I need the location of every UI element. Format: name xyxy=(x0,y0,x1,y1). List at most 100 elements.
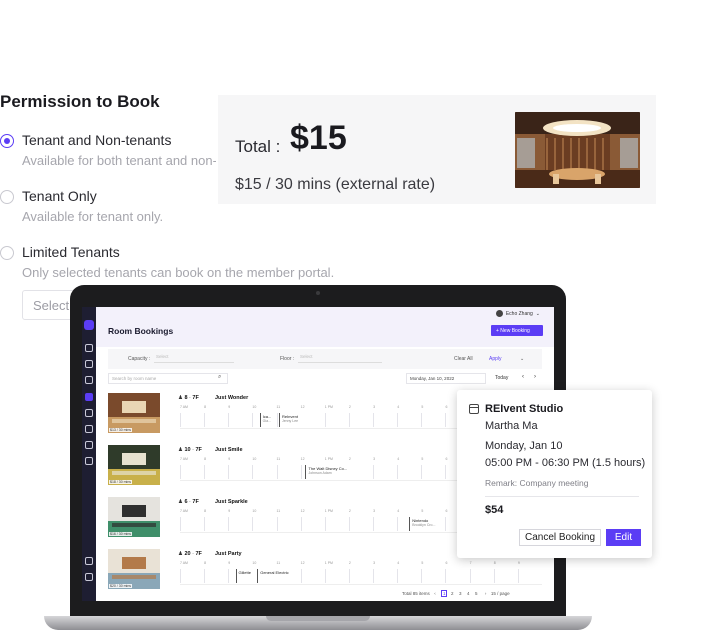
edit-button[interactable]: Edit xyxy=(606,529,641,546)
next-day-icon[interactable]: › xyxy=(534,374,536,380)
search-icon[interactable]: ⌕ xyxy=(218,374,221,381)
hour-label: 2 xyxy=(348,561,351,565)
booking-person: Jenny Lee xyxy=(281,419,299,423)
option-description: Available for tenant only. xyxy=(22,209,164,224)
hour-gridline xyxy=(373,569,375,583)
hour-label: 7 AM xyxy=(180,457,188,461)
hour-gridline xyxy=(204,465,206,479)
booking-block[interactable]: Ica... Gia... xyxy=(259,413,275,427)
logo-icon[interactable] xyxy=(84,320,94,330)
price-card: Total : $15 $15 / 30 mins (external rate… xyxy=(218,95,656,204)
hour-gridline xyxy=(228,517,230,531)
option-label: Tenant Only xyxy=(22,188,97,204)
sidebar-chart-icon[interactable] xyxy=(85,441,93,449)
sidebar-gear-icon[interactable] xyxy=(85,557,93,565)
hour-gridline xyxy=(445,413,447,427)
page-number[interactable]: 2 xyxy=(449,591,455,596)
page-number[interactable]: 1 xyxy=(441,590,448,597)
room-timeline[interactable]: 7 AM 8 9 10 11 12 1 PM 2 3 4 5 6 7 8 9 Gillette General … xyxy=(180,561,542,585)
hour-gridline xyxy=(300,517,302,531)
room-name: Just Smile xyxy=(215,447,243,453)
room-floor: 7F xyxy=(195,447,202,453)
page-number[interactable]: 4 xyxy=(465,591,471,596)
sidebar-globe-icon[interactable] xyxy=(85,360,93,368)
hour-label: 12 xyxy=(300,405,305,409)
booking-person: Gia... xyxy=(262,419,271,423)
hour-gridline xyxy=(252,517,254,531)
person-icon: ♟ xyxy=(178,551,183,557)
person-icon: ♟ xyxy=(178,447,183,453)
sidebar-chat-icon[interactable] xyxy=(85,409,93,417)
room-search-input[interactable]: Search by room name xyxy=(108,373,228,384)
room-capacity-floor: ♟ 10 · 7F xyxy=(178,447,202,453)
sidebar-logout-icon[interactable] xyxy=(85,573,93,581)
new-booking-button[interactable]: + New Booking xyxy=(491,325,543,336)
popup-time: 05:00 PM - 06:30 PM (1.5 hours) xyxy=(485,457,646,469)
divider xyxy=(485,496,639,497)
hour-gridline xyxy=(324,569,326,583)
room-floor: 7F xyxy=(192,395,199,401)
hour-label: 8 xyxy=(204,561,207,565)
hour-gridline xyxy=(300,569,302,583)
prev-day-icon[interactable]: ‹ xyxy=(522,374,524,380)
hour-gridline xyxy=(469,569,471,583)
booking-block[interactable]: ReInvent Jenny Lee xyxy=(278,413,311,427)
room-thumbnail: $20 / 30 mins xyxy=(108,549,160,589)
hour-gridline xyxy=(180,465,181,479)
floor-label: Floor : xyxy=(280,356,295,362)
page-number[interactable]: 3 xyxy=(457,591,463,596)
clear-all-button[interactable]: Clear All xyxy=(454,356,473,362)
rate-text: $15 / 30 mins (external rate) xyxy=(235,176,436,193)
hour-label: 5 xyxy=(421,405,424,409)
hour-label: 10 xyxy=(252,457,257,461)
hour-label: 9 xyxy=(228,457,231,461)
room-thumbnail: $18 / 30 mins xyxy=(108,445,160,485)
date-picker[interactable]: Monday, Jan 10, 2022 xyxy=(406,373,486,384)
booking-block[interactable]: General Electric xyxy=(257,569,296,583)
hour-label: 3 xyxy=(373,405,376,409)
hour-label: 1 PM xyxy=(324,405,333,409)
hour-label: 9 xyxy=(228,561,231,565)
room-capacity: 20 xyxy=(184,551,191,557)
hour-gridline xyxy=(204,569,206,583)
hour-label: 9 xyxy=(228,509,231,513)
hour-label: 6 xyxy=(445,405,448,409)
floor-select[interactable]: Select xyxy=(298,354,382,363)
hour-gridline xyxy=(397,413,399,427)
booking-block[interactable]: Gillette xyxy=(235,569,258,583)
prev-page-icon[interactable]: ‹ xyxy=(432,591,438,596)
hour-gridline xyxy=(276,465,278,479)
room-price: $16 / 30 mins xyxy=(109,532,133,536)
hour-gridline xyxy=(276,413,278,427)
sidebar-building-icon[interactable] xyxy=(85,344,93,352)
sidebar-check-icon[interactable] xyxy=(85,457,93,465)
chevron-down-icon: ⌄ xyxy=(535,310,540,317)
booking-block[interactable]: The Walt Disney Co... Johnson Adam xyxy=(305,465,361,479)
radio-icon[interactable] xyxy=(0,190,14,204)
sidebar-calendar-icon[interactable] xyxy=(85,393,93,401)
total-items: Total 85 items xyxy=(402,591,430,596)
chevron-down-icon[interactable]: ⌄ xyxy=(520,356,524,362)
cancel-booking-button[interactable]: Cancel Booking xyxy=(519,529,601,546)
hour-label: 5 xyxy=(421,561,424,565)
sidebar-dollar-icon[interactable] xyxy=(85,425,93,433)
apply-button[interactable]: Apply xyxy=(489,356,502,362)
hour-label: 4 xyxy=(397,509,400,513)
radio-selected-icon[interactable] xyxy=(0,134,14,148)
page-number[interactable]: 5 xyxy=(473,591,479,596)
sidebar-home-icon[interactable] xyxy=(85,376,93,384)
capacity-select[interactable]: Select xyxy=(154,354,234,363)
room-capacity-floor: ♟ 8 · 7F xyxy=(178,395,199,401)
user-menu[interactable]: Echo Zhang ⌄ xyxy=(495,310,540,317)
hour-gridline xyxy=(445,517,447,531)
hour-label: 8 xyxy=(493,561,496,565)
option-description: Available for both tenant and non- xyxy=(22,153,216,168)
room-photo xyxy=(515,112,640,188)
hour-gridline xyxy=(397,465,399,479)
booking-block[interactable]: Nintendo Brooklyn Cro... xyxy=(409,517,441,531)
hour-gridline xyxy=(397,569,399,583)
radio-icon[interactable] xyxy=(0,246,14,260)
page-size-select[interactable]: 15 / page xyxy=(491,591,510,596)
next-page-icon[interactable]: › xyxy=(483,591,489,596)
today-button[interactable]: Today xyxy=(495,375,508,381)
